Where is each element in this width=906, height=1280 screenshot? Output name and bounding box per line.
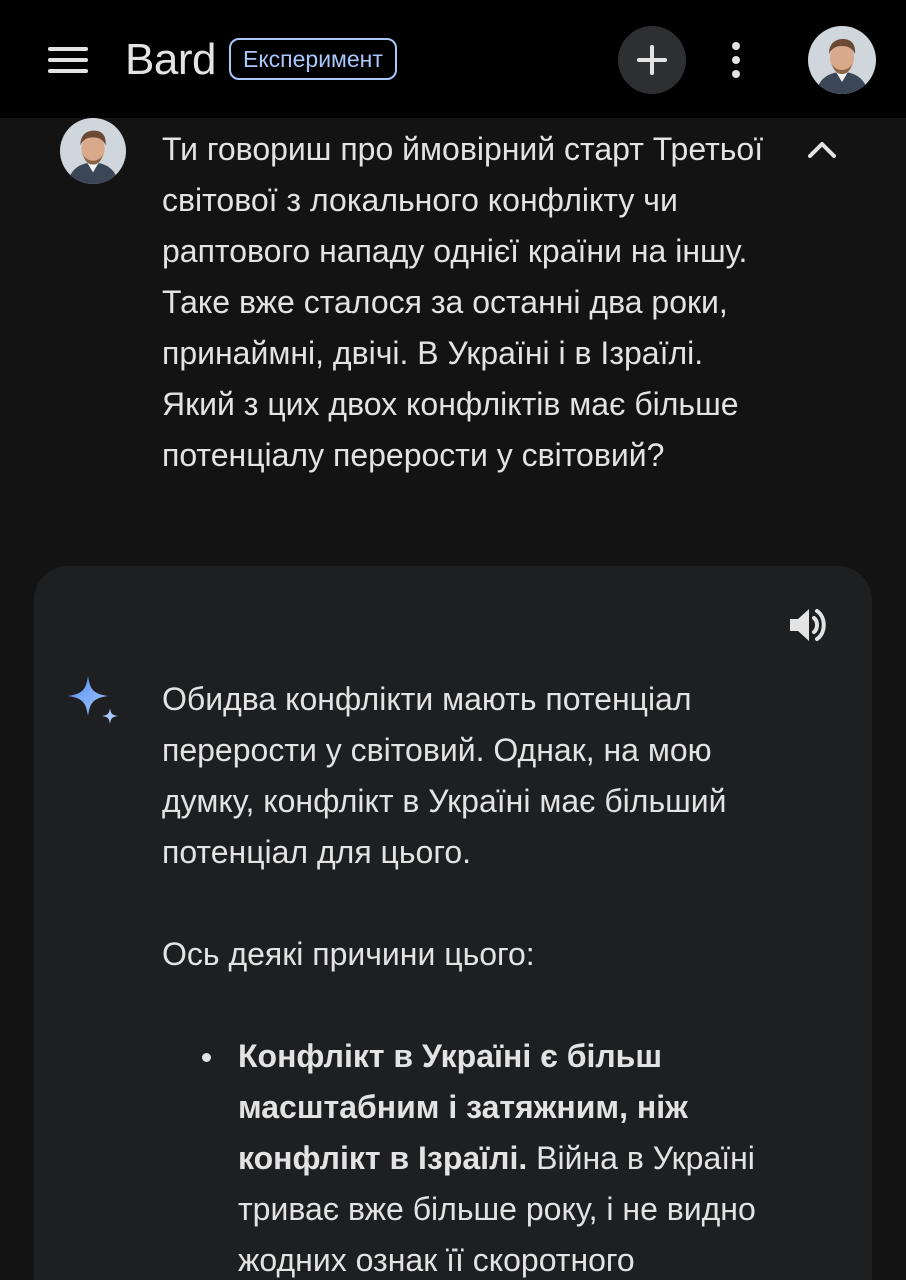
reasons-list: Конфлікт в Україні є більш масштабним і … <box>202 1031 812 1280</box>
hamburger-menu-icon[interactable] <box>40 38 96 82</box>
response-paragraph: Ось деякі причини цього: <box>162 936 535 972</box>
volume-up-icon[interactable] <box>786 602 832 648</box>
top-app-bar: Bard Експеримент <box>0 0 906 118</box>
user-prompt-text: Ти говориш про ймовірний старт Третьої с… <box>162 131 764 473</box>
list-item: Конфлікт в Україні є більш масштабним і … <box>202 1031 812 1280</box>
bard-sparkle-icon <box>64 672 124 732</box>
chevron-up-icon[interactable] <box>800 132 844 168</box>
response-paragraph: Обидва конфлікти мають потенціал перерос… <box>162 681 727 870</box>
account-avatar[interactable] <box>808 26 876 94</box>
more-vert-icon[interactable] <box>718 36 754 84</box>
response-text: Обидва конфлікти мають потенціал перерос… <box>162 674 812 1280</box>
experiment-badge: Експеримент <box>229 38 397 80</box>
user-avatar <box>60 118 126 184</box>
new-chat-button[interactable] <box>618 26 686 94</box>
app-title: Bard <box>125 35 216 84</box>
